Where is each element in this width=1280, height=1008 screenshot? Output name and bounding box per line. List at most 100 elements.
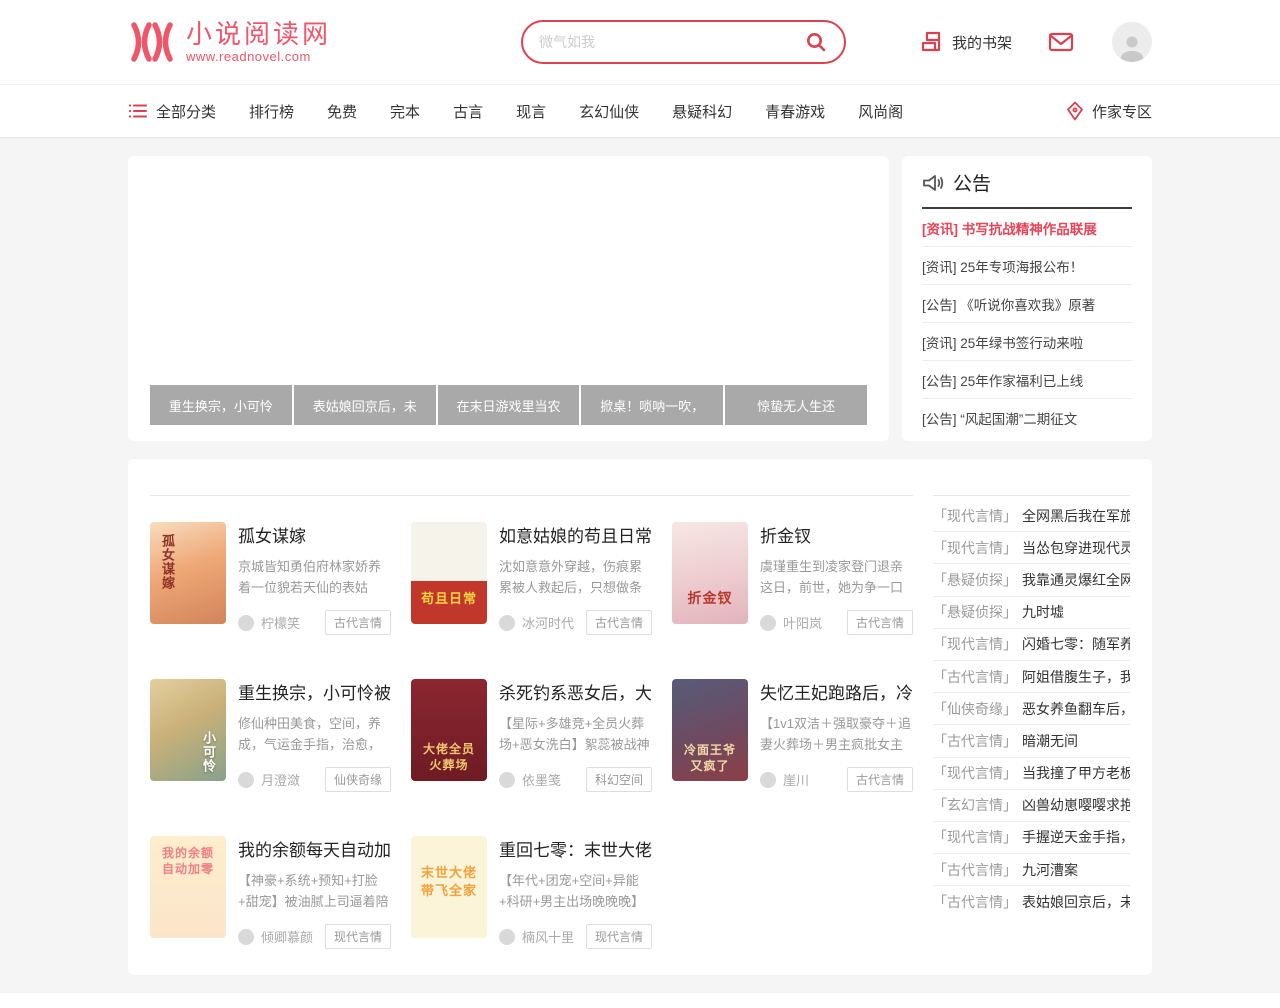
book-cover[interactable]: 苟且日常 xyxy=(411,522,487,624)
book-card[interactable]: 大佬全员 火葬场 杀死钓系恶女后，大 【星际+多雄竞+全员火葬场+恶女洗白】絮蕊… xyxy=(411,679,652,792)
announcement-item[interactable]: [公告] 25年作家福利已上线 xyxy=(922,361,1132,399)
author-name[interactable]: 柠檬笑 xyxy=(261,613,325,632)
book-title[interactable]: 折金钗 xyxy=(760,522,913,547)
author-name[interactable]: 叶阳岚 xyxy=(783,613,847,632)
book-card[interactable]: 我的余额 自动加零 我的余额每天自动加 【神豪+系统+预知+打脸+甜宠】被油腻上… xyxy=(150,836,391,949)
top-section: 重生换宗，小可怜 表姑娘回京后，未 在末日游戏里当农 掀桌！唢呐一吹， 惊蛰无人… xyxy=(128,156,1152,441)
book-title[interactable]: 如意姑娘的苟且日常 xyxy=(499,522,652,547)
book-cover[interactable]: 末世大佬 带飞全家 xyxy=(411,836,487,938)
nav-youth-games[interactable]: 青春游戏 xyxy=(765,101,825,122)
author-name[interactable]: 冰河时代 xyxy=(522,613,586,632)
side-list-item[interactable]: 「现代言情」 手握逆天金手指，断亲... xyxy=(933,822,1130,854)
side-item-title: 闪婚七零：随军养崽暴... xyxy=(1022,634,1130,654)
book-title[interactable]: 重生换宗，小可怜被 xyxy=(238,679,391,704)
category-tag[interactable]: 仙侠奇缘 xyxy=(325,767,391,792)
book-meta: 月澄潋 仙侠奇缘 xyxy=(238,767,391,792)
author-avatar xyxy=(760,615,776,631)
search-button[interactable] xyxy=(804,30,828,54)
carousel-tab-4[interactable]: 掀桌！唢呐一吹， xyxy=(581,385,723,425)
book-card[interactable]: 孤女谋嫁 孤女谋嫁 京城皆知勇伯府林家娇养着一位貌若天仙的表姑娘，直 柠檬笑 古… xyxy=(150,522,391,635)
side-list-item[interactable]: 「悬疑侦探」 我靠通灵爆红全网 xyxy=(933,564,1130,596)
book-info: 失忆王妃跑路后，冷 【1v1双洁＋强取豪夺＋追妻火葬场＋男主疯批女主不 崖川 古… xyxy=(760,679,913,792)
side-item-category: 「悬疑侦探」 xyxy=(933,570,1017,590)
announcement-item[interactable]: [资讯] 书写抗战精神作品联展 xyxy=(922,209,1132,247)
book-meta: 冰河时代 古代言情 xyxy=(499,610,652,635)
book-info: 我的余额每天自动加 【神豪+系统+预知+打脸+甜宠】被油腻上司逼着陪 倾卿慕颜 … xyxy=(238,836,391,949)
book-cover[interactable]: 折金钗 xyxy=(672,522,748,624)
announcement-item[interactable]: [公告] “风起国潮”二期征文 xyxy=(922,399,1132,437)
nav-fashion[interactable]: 风尚阁 xyxy=(858,101,903,122)
messages-button[interactable] xyxy=(1048,31,1074,53)
my-bookshelf-button[interactable]: 我的书架 xyxy=(920,31,1012,53)
book-cover[interactable]: 孤女谋嫁 xyxy=(150,522,226,624)
side-item-title: 表姑娘回京后，未婚夫... xyxy=(1022,892,1130,912)
author-name[interactable]: 依墨笺 xyxy=(522,770,586,789)
author-avatar xyxy=(238,772,254,788)
nav-suspense-scifi[interactable]: 悬疑科幻 xyxy=(672,101,732,122)
author-name[interactable]: 月澄潋 xyxy=(261,770,325,789)
category-tag[interactable]: 古代言情 xyxy=(847,610,913,635)
category-tag[interactable]: 科幻空间 xyxy=(586,767,652,792)
nav-fantasy-xianxia[interactable]: 玄幻仙侠 xyxy=(579,101,639,122)
carousel-tab-2[interactable]: 表姑娘回京后，未 xyxy=(294,385,436,425)
side-item-title: 九时墟 xyxy=(1022,602,1064,622)
book-card[interactable]: 小可怜 重生换宗，小可怜被 修仙种田美食，空间，养成，气运金手指，治愈，团 月澄… xyxy=(150,679,391,792)
nav-ranking[interactable]: 排行榜 xyxy=(249,101,294,122)
category-tag[interactable]: 现代言情 xyxy=(325,924,391,949)
book-cover[interactable]: 大佬全员 火葬场 xyxy=(411,679,487,781)
side-book-list: 「现代言情」 全网黑后我在军旅综艺... 「现代言情」 当怂包穿进现代灵异文中 … xyxy=(933,495,1130,949)
announcements-header: 公告 xyxy=(922,169,1132,209)
side-list-item[interactable]: 「仙侠奇缘」 恶女养鱼翻车后，大佬... xyxy=(933,693,1130,725)
side-list-item[interactable]: 「古代言情」 阿姐借腹生子，我成宠... xyxy=(933,661,1130,693)
side-list-item[interactable]: 「现代言情」 闪婚七零：随军养崽暴... xyxy=(933,629,1130,661)
side-item-title: 当我撞了甲方老板的车 xyxy=(1022,763,1130,783)
category-tag[interactable]: 古代言情 xyxy=(586,610,652,635)
book-title[interactable]: 孤女谋嫁 xyxy=(238,522,391,547)
nav-modern-romance[interactable]: 现言 xyxy=(516,101,546,122)
nav-completed[interactable]: 完本 xyxy=(390,101,420,122)
side-list-item[interactable]: 「古代言情」 暗潮无间 xyxy=(933,725,1130,757)
carousel-slide[interactable] xyxy=(128,156,889,381)
book-title[interactable]: 我的余额每天自动加 xyxy=(238,836,391,861)
side-item-title: 当怂包穿进现代灵异文中 xyxy=(1022,538,1130,558)
book-title[interactable]: 杀死钓系恶女后，大 xyxy=(499,679,652,704)
book-card[interactable]: 冷面王爷 又疯了 失忆王妃跑路后，冷 【1v1双洁＋强取豪夺＋追妻火葬场＋男主疯… xyxy=(672,679,913,792)
carousel-tab-1[interactable]: 重生换宗，小可怜 xyxy=(150,385,292,425)
writer-zone-link[interactable]: 作家专区 xyxy=(1065,101,1152,122)
category-tag[interactable]: 古代言情 xyxy=(325,610,391,635)
book-card[interactable]: 苟且日常 如意姑娘的苟且日常 沈如意意外穿越，伤痕累累被人救起后，只想做条咸鱼 … xyxy=(411,522,652,635)
user-avatar[interactable] xyxy=(1112,22,1152,62)
category-tag[interactable]: 古代言情 xyxy=(847,767,913,792)
side-list-item[interactable]: 「悬疑侦探」 九时墟 xyxy=(933,597,1130,629)
author-name[interactable]: 崖川 xyxy=(783,770,847,789)
side-list-item[interactable]: 「古代言情」 九河漕案 xyxy=(933,854,1130,886)
book-cover[interactable]: 冷面王爷 又疯了 xyxy=(672,679,748,781)
author-avatar xyxy=(499,929,515,945)
nav-free[interactable]: 免费 xyxy=(327,101,357,122)
carousel-tab-3[interactable]: 在末日游戏里当农 xyxy=(438,385,580,425)
book-title[interactable]: 失忆王妃跑路后，冷 xyxy=(760,679,913,704)
author-avatar xyxy=(499,772,515,788)
site-logo[interactable]: 小说阅读网 www.readnovel.com xyxy=(128,20,331,64)
announcement-item[interactable]: [资讯] 25年专项海报公布！ xyxy=(922,247,1132,285)
nav-all-categories[interactable]: 全部分类 xyxy=(128,101,216,122)
category-tag[interactable]: 现代言情 xyxy=(586,924,652,949)
author-name[interactable]: 楠风十里 xyxy=(522,927,586,946)
author-name[interactable]: 倾卿慕颜 xyxy=(261,927,325,946)
side-list-item[interactable]: 「现代言情」 当我撞了甲方老板的车 xyxy=(933,758,1130,790)
book-card[interactable]: 末世大佬 带飞全家 重回七零：末世大佬 【年代+团宠+空间+异能+科研+男主出场… xyxy=(411,836,652,949)
carousel-tab-5[interactable]: 惊蛰无人生还 xyxy=(725,385,867,425)
side-list-item[interactable]: 「现代言情」 全网黑后我在军旅综艺... xyxy=(933,500,1130,532)
announcement-item[interactable]: [公告] 《听说你喜欢我》原著 xyxy=(922,285,1132,323)
side-list-item[interactable]: 「现代言情」 当怂包穿进现代灵异文中 xyxy=(933,532,1130,564)
side-list-item[interactable]: 「古代言情」 表姑娘回京后，未婚夫... xyxy=(933,886,1130,918)
book-cover[interactable]: 我的余额 自动加零 xyxy=(150,836,226,938)
nav-ancient-romance[interactable]: 古言 xyxy=(453,101,483,122)
announcement-item[interactable]: [资讯] 25年绿书签行动来啦 xyxy=(922,323,1132,361)
search-input[interactable] xyxy=(539,34,804,50)
book-cover[interactable]: 小可怜 xyxy=(150,679,226,781)
book-info: 折金钗 虞瑾重生到凌家登门退亲这日，前世，她为争一口气， 叶阳岚 古代言情 xyxy=(760,522,913,635)
side-list-item[interactable]: 「玄幻言情」 凶兽幼崽嘤嘤求抱，驯... xyxy=(933,790,1130,822)
book-title[interactable]: 重回七零：末世大佬 xyxy=(499,836,652,861)
book-card[interactable]: 折金钗 折金钗 虞瑾重生到凌家登门退亲这日，前世，她为争一口气， 叶阳岚 古代言… xyxy=(672,522,913,635)
